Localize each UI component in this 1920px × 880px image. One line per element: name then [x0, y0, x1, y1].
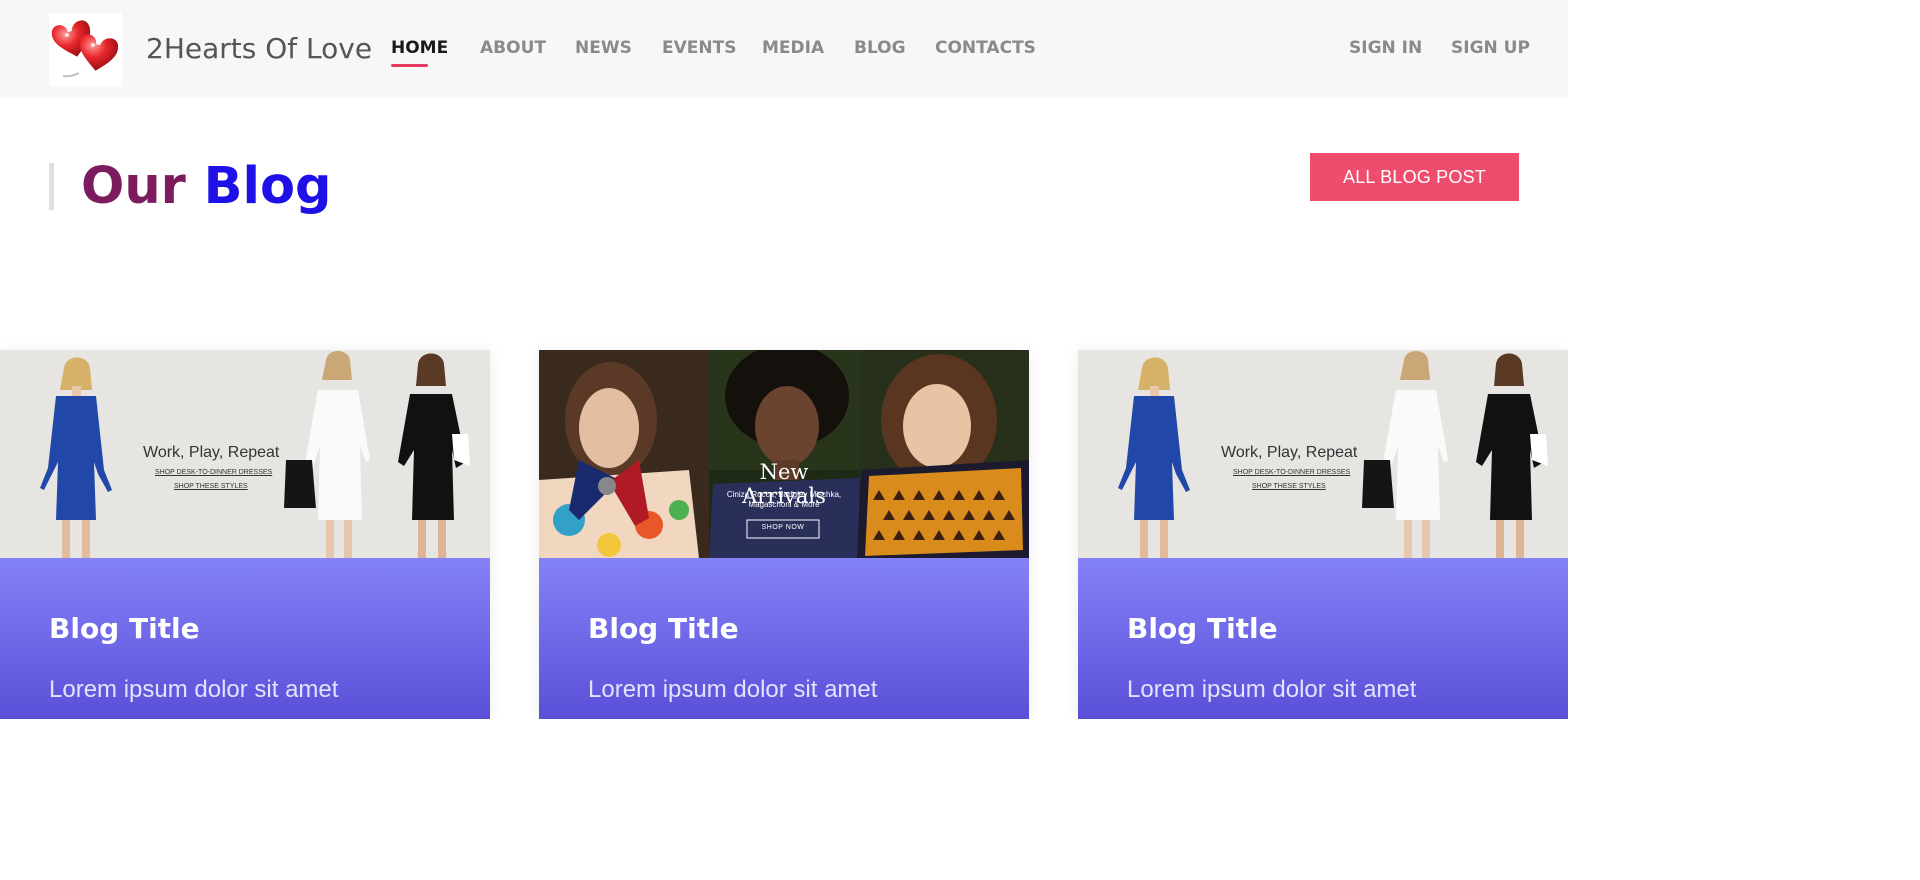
blog-card-text: Lorem ipsum dolor sit amet [49, 676, 339, 703]
shop-now-button[interactable]: SHOP NOW [747, 524, 819, 531]
nav-media[interactable]: MEDIA [762, 38, 824, 58]
blog-card-body: Blog Title Lorem ipsum dolor sit amet [539, 558, 1029, 719]
site-logo[interactable] [49, 13, 122, 86]
banner-link[interactable]: SHOP DESK-TO-DINNER DRESSES [1233, 469, 1350, 476]
banner-headline: Work, Play, Repeat [1221, 444, 1358, 461]
banner-link[interactable]: SHOP DESK-TO-DINNER DRESSES [155, 469, 272, 476]
section-title: Our Blog [81, 157, 332, 217]
brand-name[interactable]: 2Hearts Of Love [146, 32, 372, 65]
sign-in-link[interactable]: SIGN IN [1349, 38, 1422, 58]
all-blog-post-button[interactable]: ALL BLOG POST [1310, 153, 1519, 201]
blog-card[interactable]: Work, Play, Repeat SHOP DESK-TO-DINNER D… [0, 350, 490, 719]
nav-home[interactable]: HOME [391, 38, 448, 58]
banner-link[interactable]: SHOP THESE STYLES [174, 483, 248, 490]
blog-card-title[interactable]: Blog Title [1127, 612, 1278, 645]
section-title-word1: Our [81, 157, 186, 216]
site-header: 2Hearts Of Love HOME ABOUT NEWS EVENTS M… [0, 0, 1568, 98]
nav-about[interactable]: ABOUT [480, 38, 546, 58]
banner-headline: Work, Play, Repeat [143, 444, 280, 461]
nav-news[interactable]: NEWS [575, 38, 632, 58]
blog-card-text: Lorem ipsum dolor sit amet [1127, 676, 1417, 703]
banner-subtext: Magaschoni & More [748, 500, 820, 509]
hearts-logo-icon [51, 20, 119, 78]
blog-card[interactable]: Work, Play, Repeat SHOP DESK-TO-DINNER D… [1078, 350, 1568, 719]
blog-card-title[interactable]: Blog Title [588, 612, 739, 645]
banner-link[interactable]: SHOP THESE STYLES [1252, 483, 1326, 490]
blog-card-image[interactable]: New Arrivals Ciniza Rocca, Badgley Misch… [539, 350, 1029, 558]
blog-card-image[interactable]: Work, Play, Repeat SHOP DESK-TO-DINNER D… [0, 350, 490, 558]
blog-card[interactable]: New Arrivals Ciniza Rocca, Badgley Misch… [539, 350, 1029, 719]
section-title-word2: Blog [203, 157, 332, 216]
nav-contacts[interactable]: CONTACTS [935, 38, 1036, 58]
banner-subtext: Ciniza Rocca, Badgley Mischka, [726, 490, 842, 499]
nav-events[interactable]: EVENTS [662, 38, 736, 58]
page: 2Hearts Of Love HOME ABOUT NEWS EVENTS M… [0, 0, 1568, 719]
blog-card-text: Lorem ipsum dolor sit amet [588, 676, 878, 703]
blog-card-title[interactable]: Blog Title [49, 612, 200, 645]
blog-card-body: Blog Title Lorem ipsum dolor sit amet [0, 558, 490, 719]
title-accent-bar [49, 163, 54, 210]
sign-up-link[interactable]: SIGN UP [1451, 38, 1530, 58]
blog-card-image[interactable]: Work, Play, Repeat SHOP DESK-TO-DINNER D… [1078, 350, 1568, 558]
nav-blog[interactable]: BLOG [854, 38, 906, 58]
blog-card-body: Blog Title Lorem ipsum dolor sit amet [1078, 558, 1568, 719]
active-nav-indicator [391, 64, 428, 67]
